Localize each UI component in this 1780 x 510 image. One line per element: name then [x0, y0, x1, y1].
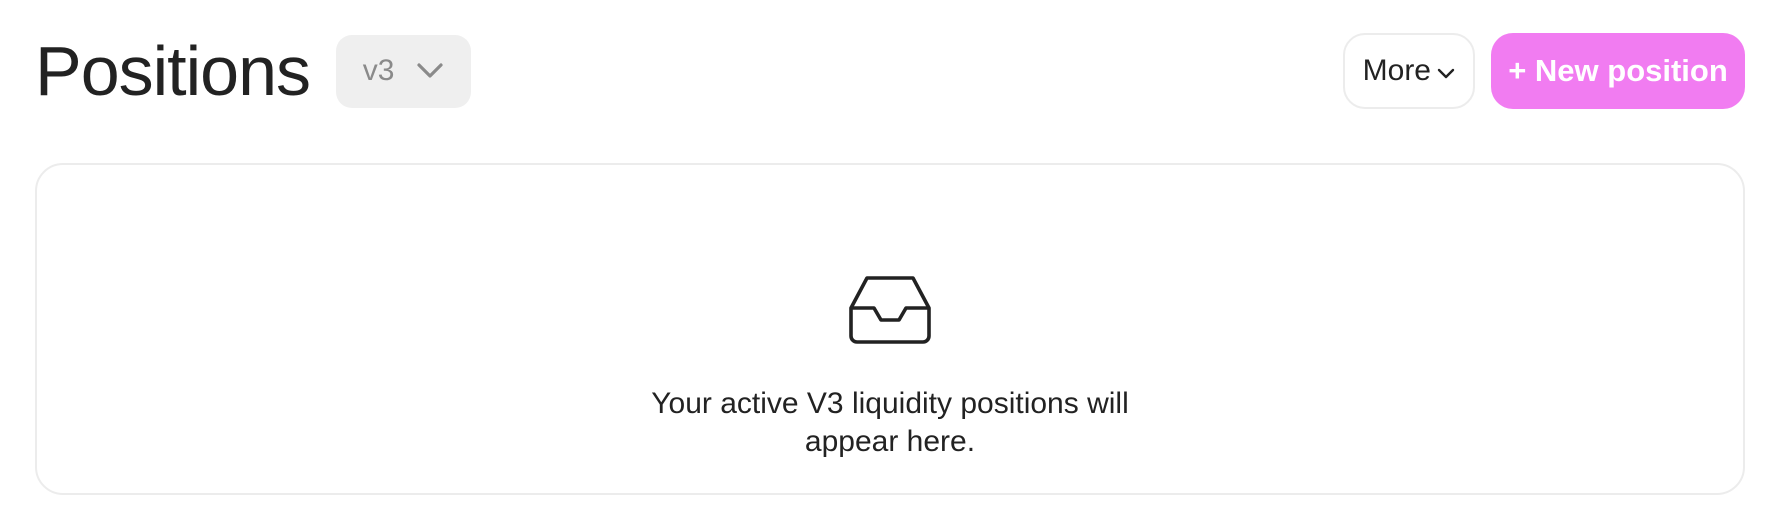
header-actions: More + New position: [1342, 33, 1745, 109]
chevron-down-icon: [416, 62, 444, 80]
new-position-button[interactable]: + New position: [1491, 33, 1745, 109]
positions-empty-state: Your active V3 liquidity positions will …: [35, 163, 1745, 495]
empty-state-message: Your active V3 liquidity positions will …: [651, 387, 1129, 458]
more-button-label: More: [1362, 54, 1431, 87]
page-header: Positions v3 More + New position: [35, 33, 1745, 109]
header-left: Positions v3: [35, 32, 472, 110]
chevron-down-icon: [1437, 54, 1455, 88]
more-button[interactable]: More: [1342, 33, 1475, 109]
inbox-icon: [847, 275, 933, 345]
page-title: Positions: [35, 32, 311, 110]
positions-page: Positions v3 More + New position Your ac…: [0, 0, 1780, 510]
version-select-value: v3: [362, 54, 395, 87]
version-select[interactable]: v3: [336, 34, 472, 108]
